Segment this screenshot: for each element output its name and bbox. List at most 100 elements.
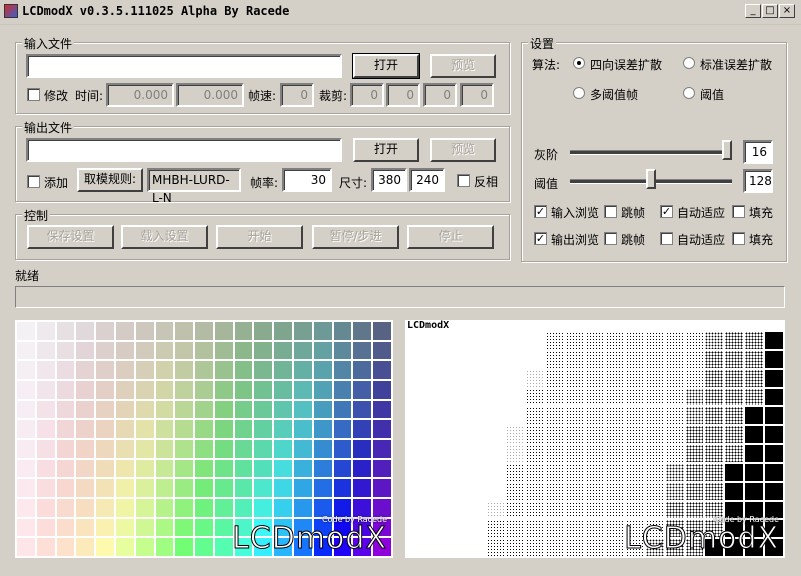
pause-step-button[interactable]: 暂停/步进 xyxy=(312,225,399,249)
color-swatch xyxy=(155,518,174,537)
radio-standard-diffusion[interactable] xyxy=(683,57,695,69)
color-swatch xyxy=(294,498,312,517)
crop-field-3[interactable]: 0 xyxy=(423,83,457,107)
rate-field[interactable]: 30 xyxy=(282,168,332,192)
color-swatch xyxy=(175,518,194,537)
output-path-field[interactable] xyxy=(26,138,342,162)
input-preview-button[interactable]: 预览 xyxy=(430,54,496,78)
close-button[interactable]: × xyxy=(779,4,795,18)
input-skip-frame-checkbox[interactable] xyxy=(604,205,617,218)
input-browse-checkbox[interactable]: ✓ xyxy=(534,205,547,218)
radio-four-way-diffusion[interactable] xyxy=(573,57,585,69)
input-path-field[interactable] xyxy=(26,54,342,78)
color-swatch xyxy=(333,380,352,399)
dither-swatch xyxy=(486,426,505,443)
time-start-field[interactable]: 0.000 xyxy=(106,83,174,107)
dither-swatch xyxy=(426,332,445,349)
color-swatch xyxy=(175,498,194,517)
start-button[interactable]: 开始 xyxy=(216,225,303,249)
color-swatch xyxy=(76,380,95,399)
output-auto-fit-checkbox[interactable] xyxy=(660,232,673,245)
dither-swatch xyxy=(685,369,704,387)
radio-threshold[interactable] xyxy=(683,87,695,99)
color-swatch xyxy=(274,380,293,399)
dither-swatch xyxy=(506,426,525,443)
invert-checkbox[interactable] xyxy=(457,174,470,187)
fps-field[interactable]: 0 xyxy=(280,83,314,107)
color-swatch xyxy=(195,479,213,497)
gray-level-field[interactable]: 16 xyxy=(743,140,773,164)
dither-swatch xyxy=(605,350,624,368)
dither-swatch xyxy=(486,501,505,519)
minimize-button[interactable]: _ xyxy=(745,4,761,18)
color-swatch xyxy=(17,518,35,537)
dither-swatch xyxy=(506,482,525,500)
dither-swatch xyxy=(765,369,783,387)
color-swatch xyxy=(17,479,35,497)
output-browse-checkbox[interactable]: ✓ xyxy=(534,232,547,245)
append-label: 添加 xyxy=(44,176,69,190)
dither-swatch xyxy=(546,520,565,538)
height-field[interactable]: 240 xyxy=(409,168,445,192)
dither-swatch xyxy=(506,520,525,538)
status-text: 就绪 xyxy=(15,269,40,283)
color-swatch xyxy=(234,361,253,379)
load-settings-button[interactable]: 载入设置 xyxy=(121,225,208,249)
color-swatch xyxy=(373,361,391,379)
color-swatch xyxy=(274,459,293,478)
rule-field[interactable]: MHBH-LURD-L-N xyxy=(147,168,241,205)
dither-swatch xyxy=(625,426,644,443)
output-preview-button[interactable]: 预览 xyxy=(430,138,496,162)
color-swatch xyxy=(313,380,332,399)
color-swatch xyxy=(115,380,134,399)
modify-checkbox[interactable] xyxy=(27,88,40,101)
time-end-field[interactable]: 0.000 xyxy=(176,83,244,107)
input-fill-checkbox[interactable] xyxy=(732,205,745,218)
input-open-button[interactable]: 打开 xyxy=(352,53,420,79)
append-checkbox[interactable] xyxy=(27,175,40,188)
standard-diffusion-label: 标准误差扩散 xyxy=(700,58,773,72)
save-settings-button[interactable]: 保存设置 xyxy=(27,225,114,249)
color-swatch xyxy=(135,518,154,537)
dither-swatch xyxy=(446,501,465,519)
crop-field-4[interactable]: 0 xyxy=(460,83,494,107)
color-swatch xyxy=(313,341,332,360)
dither-swatch xyxy=(745,332,764,349)
dither-swatch xyxy=(546,501,565,519)
crop-field-2[interactable]: 0 xyxy=(386,83,420,107)
dither-swatch xyxy=(407,501,425,519)
color-swatch xyxy=(135,361,154,379)
color-swatch xyxy=(155,361,174,379)
color-swatch xyxy=(115,400,134,419)
dither-swatch xyxy=(486,407,505,425)
output-fill-checkbox[interactable] xyxy=(732,232,745,245)
color-swatch xyxy=(17,538,35,556)
output-fill-label: 填充 xyxy=(749,233,774,247)
color-swatch xyxy=(56,380,75,399)
dither-swatch xyxy=(446,407,465,425)
input-auto-fit-checkbox[interactable]: ✓ xyxy=(660,205,673,218)
width-field[interactable]: 380 xyxy=(371,168,407,192)
stop-button[interactable]: 停止 xyxy=(407,225,494,249)
size-label: 尺寸: xyxy=(339,176,368,190)
color-swatch xyxy=(234,322,253,340)
dither-swatch xyxy=(725,445,744,462)
color-swatch xyxy=(155,400,174,419)
crop-field-1[interactable]: 0 xyxy=(350,83,384,107)
gray-level-slider-thumb[interactable] xyxy=(722,140,732,160)
dither-swatch xyxy=(506,445,525,462)
output-open-button[interactable]: 打开 xyxy=(353,138,419,162)
rule-button[interactable]: 取模规则: xyxy=(77,168,143,192)
dither-swatch xyxy=(725,463,744,481)
dither-swatch xyxy=(446,426,465,443)
dither-swatch xyxy=(526,407,545,425)
dither-swatch xyxy=(705,445,724,462)
threshold-field[interactable]: 128 xyxy=(743,169,773,193)
threshold-slider-thumb[interactable] xyxy=(646,169,656,189)
output-skip-frame-checkbox[interactable] xyxy=(604,232,617,245)
color-swatch xyxy=(333,498,352,517)
radio-multi-threshold-frame[interactable] xyxy=(573,87,585,99)
maximize-button[interactable]: □ xyxy=(762,4,778,18)
color-swatch xyxy=(56,341,75,360)
dither-swatch xyxy=(466,482,485,500)
